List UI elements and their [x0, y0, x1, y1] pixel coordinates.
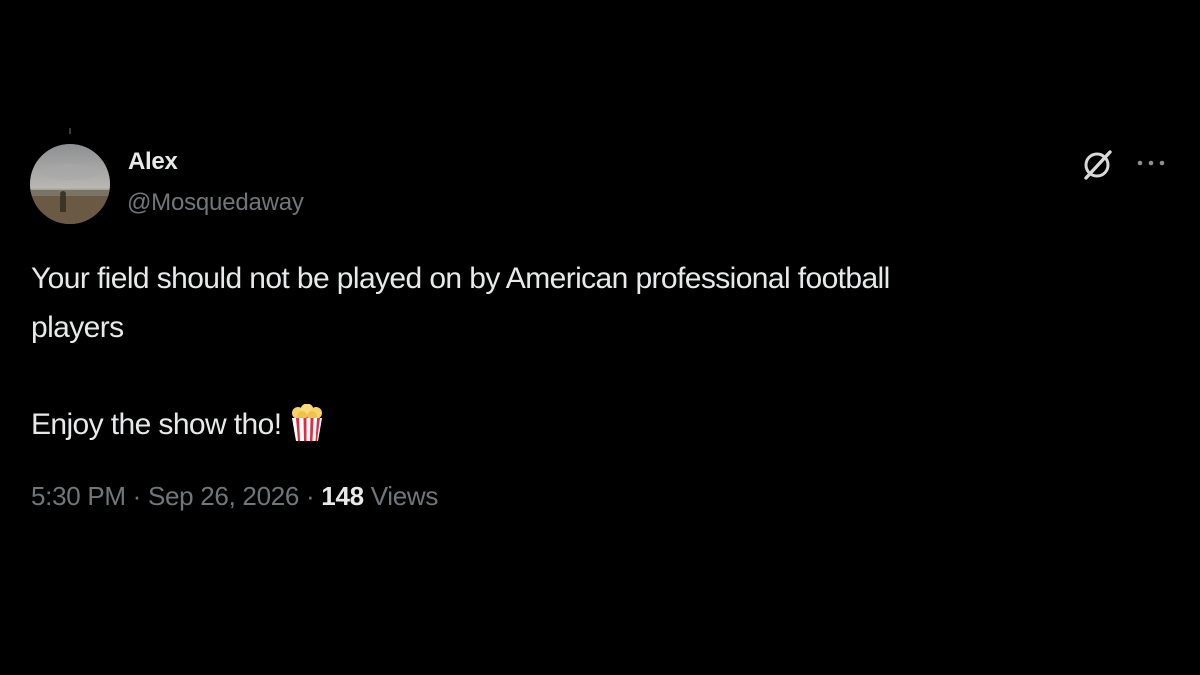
page: Alex @Mosquedaway Your field should not …	[0, 0, 1200, 675]
views-label: Views	[370, 481, 439, 511]
tweet-meta: 5:30 PM · Sep 26, 2026 · 148 Views	[31, 481, 438, 512]
tweet-text-line-1: Your field should not be played on by Am…	[31, 262, 890, 295]
grok-icon[interactable]	[1080, 148, 1114, 182]
tweet-card: Alex @Mosquedaway Your field should not …	[0, 0, 1200, 675]
tweet-text-line-3: Enjoy the show tho!	[31, 400, 1151, 449]
user-handle[interactable]: @Mosquedaway	[127, 189, 304, 217]
meta-separator: ·	[132, 481, 142, 511]
avatar-photo-icon	[30, 144, 110, 224]
meta-separator: ·	[306, 481, 315, 511]
tweet-text-line-2: players	[31, 311, 124, 344]
popcorn-icon	[289, 403, 325, 442]
tweet-date[interactable]: Sep 26, 2026	[148, 481, 299, 511]
tweet-time[interactable]: 5:30 PM	[31, 481, 126, 511]
avatar[interactable]	[30, 144, 110, 224]
tweet-text-line-3-text: Enjoy the show tho!	[31, 408, 282, 441]
display-name[interactable]: Alex	[128, 148, 178, 176]
more-icon[interactable]	[1134, 148, 1170, 178]
views-count[interactable]: 148	[321, 481, 364, 511]
